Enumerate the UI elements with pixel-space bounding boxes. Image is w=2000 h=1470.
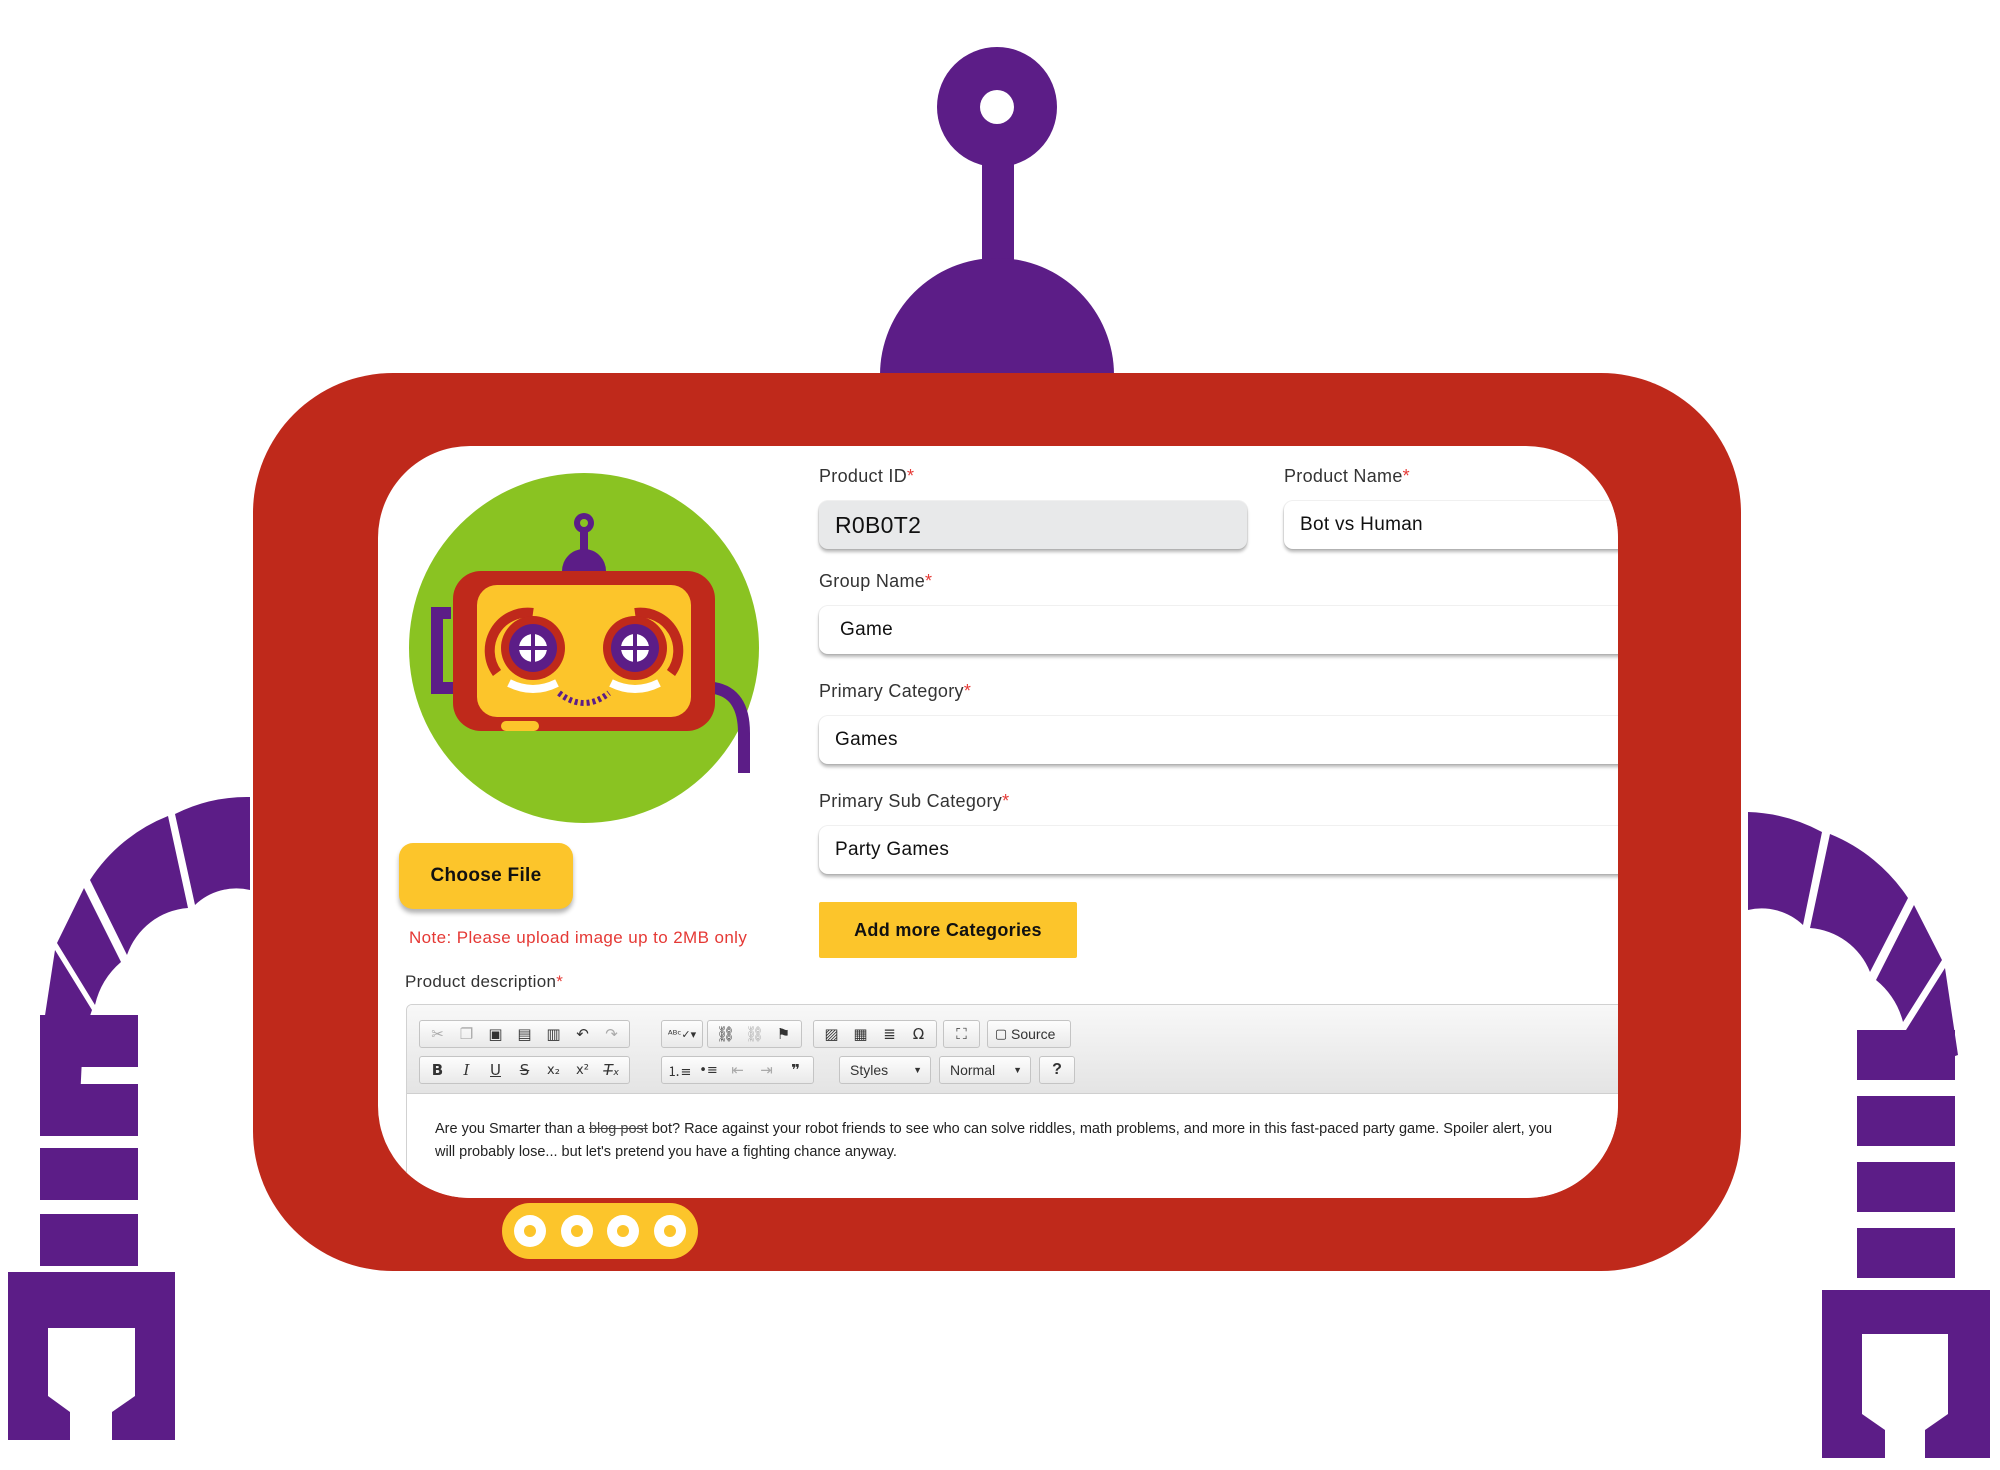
- basic-styles-group: B I U S x₂ x² T̶ₓ: [419, 1056, 630, 1084]
- paste-word-icon[interactable]: ▥: [539, 1022, 568, 1046]
- special-char-icon[interactable]: Ω: [904, 1022, 933, 1046]
- spellcheck-icon[interactable]: ᴬᴮᶜ✓▾: [665, 1022, 699, 1046]
- source-group: ▢ Source: [987, 1020, 1071, 1048]
- product-id-label: Product ID*: [819, 466, 915, 486]
- upload-size-note: Note: Please upload image up to 2MB only: [409, 928, 748, 947]
- product-form-screen: Choose File Note: Please upload image up…: [378, 446, 1618, 1198]
- paste-icon[interactable]: ▣: [481, 1022, 510, 1046]
- paste-text-icon[interactable]: ▤: [510, 1022, 539, 1046]
- primary-category-select[interactable]: Games: [819, 716, 1618, 764]
- cut-icon[interactable]: ✂: [423, 1022, 452, 1046]
- antenna-dome-icon: [880, 258, 1114, 375]
- numbered-list-icon[interactable]: ⒈≡: [665, 1058, 694, 1082]
- blockquote-icon[interactable]: ❞: [781, 1058, 810, 1082]
- robot-avatar-icon: [409, 473, 759, 823]
- maximize-icon[interactable]: ⛶: [947, 1022, 976, 1046]
- horizontal-line-icon[interactable]: ≣: [875, 1022, 904, 1046]
- spellcheck-group: ᴬᴮᶜ✓▾: [661, 1020, 703, 1048]
- subscript-icon[interactable]: x₂: [539, 1058, 568, 1082]
- add-more-categories-button[interactable]: Add more Categories: [819, 902, 1077, 958]
- bulleted-list-icon[interactable]: •≡: [694, 1058, 723, 1082]
- table-icon[interactable]: ▦: [846, 1022, 875, 1046]
- group-name-input[interactable]: Game: [819, 606, 1618, 654]
- primary-sub-category-select[interactable]: Party Games: [819, 826, 1618, 874]
- anchor-flag-icon[interactable]: ⚑: [769, 1022, 798, 1046]
- redo-icon[interactable]: ↷: [597, 1022, 626, 1046]
- product-name-label: Product Name*: [1284, 466, 1410, 486]
- primary-sub-category-label: Primary Sub Category*: [819, 791, 1010, 811]
- insert-group: ▨ ▦ ≣ Ω: [813, 1020, 937, 1048]
- source-icon: ▢: [994, 1026, 1008, 1042]
- editor-content[interactable]: Are you Smarter than a blog post bot? Ra…: [435, 1118, 1575, 1164]
- group-name-label: Group Name*: [819, 571, 933, 591]
- choose-file-button[interactable]: Choose File: [399, 843, 573, 909]
- product-name-input[interactable]: Bot vs Human: [1284, 501, 1618, 549]
- product-description-label: Product description*: [405, 972, 564, 991]
- strikethrough-text: blog post: [588, 1121, 648, 1137]
- image-icon[interactable]: ▨: [817, 1022, 846, 1046]
- undo-icon[interactable]: ↶: [568, 1022, 597, 1046]
- styles-dropdown[interactable]: Styles ▼: [839, 1056, 931, 1084]
- product-id-field: R0B0T2: [819, 501, 1247, 549]
- list-group: ⒈≡ •≡ ⇤ ⇥ ❞: [661, 1056, 814, 1084]
- help-group: ?: [1039, 1056, 1075, 1084]
- underline-icon[interactable]: U: [481, 1058, 510, 1082]
- clipboard-group: ✂ ❐ ▣ ▤ ▥ ↶ ↷: [419, 1020, 630, 1048]
- source-button[interactable]: Source: [1011, 1026, 1055, 1042]
- rich-text-editor[interactable]: ✂ ❐ ▣ ▤ ▥ ↶ ↷ ᴬᴮᶜ✓▾ ⛓ ⛓ ⚑ ▨ ▦ ≣ Ω ⛶ ▢ So…: [406, 1004, 1618, 1198]
- italic-icon[interactable]: I: [452, 1058, 481, 1082]
- superscript-icon[interactable]: x²: [568, 1058, 597, 1082]
- styles-chevron-down-icon: ▼: [913, 1065, 922, 1075]
- remove-format-icon[interactable]: T̶ₓ: [597, 1058, 626, 1082]
- link-group: ⛓ ⛓ ⚑: [707, 1020, 802, 1048]
- bold-icon[interactable]: B: [423, 1058, 452, 1082]
- editor-toolbar: ✂ ❐ ▣ ▤ ▥ ↶ ↷ ᴬᴮᶜ✓▾ ⛓ ⛓ ⚑ ▨ ▦ ≣ Ω ⛶ ▢ So…: [407, 1005, 1618, 1094]
- right-arm-icon: [1748, 812, 1990, 1458]
- outdent-icon[interactable]: ⇤: [723, 1058, 752, 1082]
- strikethrough-icon[interactable]: S: [510, 1058, 539, 1082]
- left-arm-icon: [8, 796, 250, 1440]
- copy-icon[interactable]: ❐: [452, 1022, 481, 1046]
- format-chevron-down-icon: ▼: [1013, 1065, 1022, 1075]
- indent-icon[interactable]: ⇥: [752, 1058, 781, 1082]
- format-dropdown[interactable]: Normal ▼: [939, 1056, 1031, 1084]
- unlink-icon[interactable]: ⛓: [740, 1022, 769, 1046]
- link-icon[interactable]: ⛓: [711, 1022, 740, 1046]
- help-icon[interactable]: ?: [1052, 1061, 1062, 1079]
- primary-category-label: Primary Category*: [819, 681, 972, 701]
- maximize-group: ⛶: [943, 1020, 980, 1048]
